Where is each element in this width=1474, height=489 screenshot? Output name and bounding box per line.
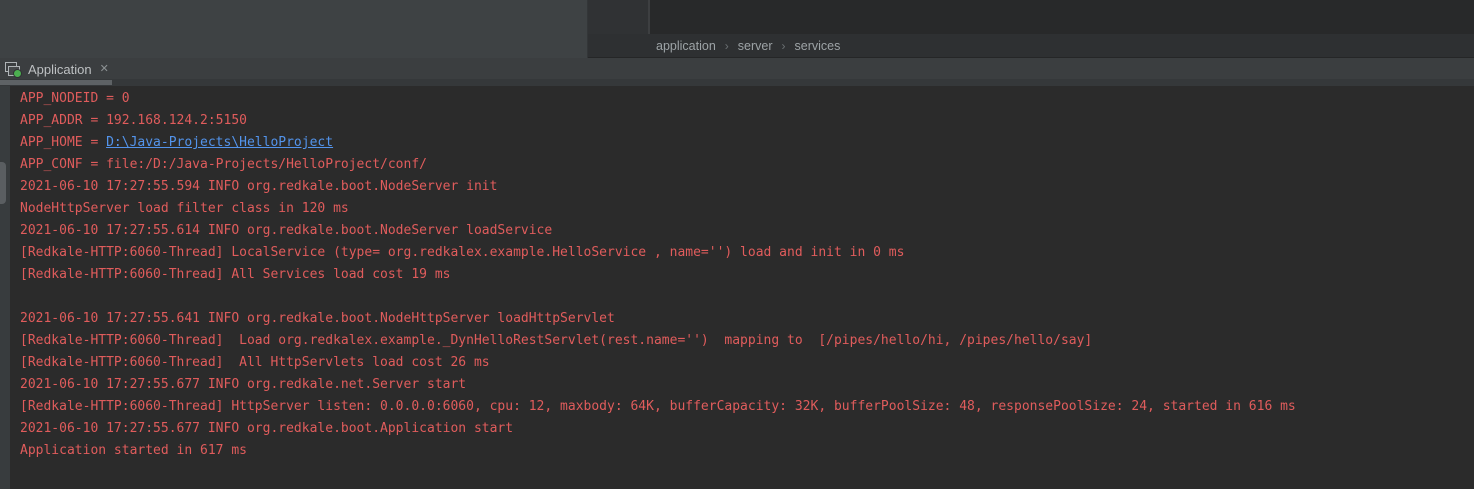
console-text: [Redkale-HTTP:6060-Thread] HttpServer li… bbox=[20, 399, 1296, 414]
console-text: Application started in 617 ms bbox=[20, 443, 247, 458]
tab-bar-bottom-band bbox=[0, 79, 1474, 86]
console-text: APP_ADDR = 192.168.124.2:5150 bbox=[20, 113, 247, 128]
console-text: APP_NODEID = 0 bbox=[20, 91, 130, 106]
console-text: [Redkale-HTTP:6060-Thread] All HttpServl… bbox=[20, 355, 490, 370]
console-text: 2021-06-10 17:27:55.614 INFO org.redkale… bbox=[20, 223, 552, 238]
console-text: APP_HOME = bbox=[20, 135, 106, 150]
breadcrumb-item-services[interactable]: services bbox=[795, 39, 841, 53]
console-text: 2021-06-10 17:27:55.594 INFO org.redkale… bbox=[20, 179, 497, 194]
breadcrumb-separator: › bbox=[725, 39, 729, 53]
active-tab-underline bbox=[0, 80, 112, 85]
console-text: [Redkale-HTTP:6060-Thread] Load org.redk… bbox=[20, 333, 1092, 348]
running-indicator-dot bbox=[13, 69, 22, 78]
tab-application[interactable]: Application ✕ bbox=[0, 58, 112, 80]
console-link[interactable]: D:\Java-Projects\HelloProject bbox=[106, 135, 333, 150]
console-line bbox=[20, 286, 1474, 308]
console-line: 2021-06-10 17:27:55.641 INFO org.redkale… bbox=[20, 308, 1474, 330]
console-line: 2021-06-10 17:27:55.677 INFO org.redkale… bbox=[20, 418, 1474, 440]
breadcrumb-item-server[interactable]: server bbox=[738, 39, 773, 53]
console-line: [Redkale-HTTP:6060-Thread] HttpServer li… bbox=[20, 396, 1474, 418]
console-tab-bar: Application ✕ bbox=[0, 58, 1474, 86]
editor-empty-area bbox=[650, 0, 1474, 34]
console-line: APP_CONF = file:/D:/Java-Projects/HelloP… bbox=[20, 154, 1474, 176]
editor-top-panel bbox=[0, 0, 588, 58]
console-line: 2021-06-10 17:27:55.614 INFO org.redkale… bbox=[20, 220, 1474, 242]
console-text: [Redkale-HTTP:6060-Thread] All Services … bbox=[20, 267, 450, 282]
console-line: 2021-06-10 17:27:55.677 INFO org.redkale… bbox=[20, 374, 1474, 396]
console-text: 2021-06-10 17:27:55.677 INFO org.redkale… bbox=[20, 421, 513, 436]
console-line: [Redkale-HTTP:6060-Thread] Load org.redk… bbox=[20, 330, 1474, 352]
console-output: APP_NODEID = 0 APP_ADDR = 192.168.124.2:5… bbox=[0, 86, 1474, 489]
console-line: NodeHttpServer load filter class in 120 … bbox=[20, 198, 1474, 220]
console-text: 2021-06-10 17:27:55.677 INFO org.redkale… bbox=[20, 377, 466, 392]
ide-window: application › server › services Application … bbox=[0, 0, 1474, 489]
console-text: APP_CONF = file:/D:/Java-Projects/HelloP… bbox=[20, 157, 427, 172]
breadcrumb-item-application[interactable]: application bbox=[656, 39, 716, 53]
console-line: [Redkale-HTTP:6060-Thread] All Services … bbox=[20, 264, 1474, 286]
console-line: Application started in 617 ms bbox=[20, 440, 1474, 462]
run-console-icon bbox=[4, 60, 22, 78]
editor-edge-area bbox=[588, 0, 648, 34]
console-text: [Redkale-HTTP:6060-Thread] LocalService … bbox=[20, 245, 904, 260]
breadcrumb: application › server › services bbox=[656, 39, 840, 53]
breadcrumb-bar: application › server › services bbox=[588, 34, 1474, 58]
console-text: 2021-06-10 17:27:55.641 INFO org.redkale… bbox=[20, 311, 615, 326]
tab-label: Application bbox=[28, 62, 92, 77]
close-icon[interactable]: ✕ bbox=[100, 64, 109, 75]
console-line: 2021-06-10 17:27:55.594 INFO org.redkale… bbox=[20, 176, 1474, 198]
breadcrumb-separator: › bbox=[782, 39, 786, 53]
console-line: APP_NODEID = 0 bbox=[20, 88, 1474, 110]
console-line: [Redkale-HTTP:6060-Thread] All HttpServl… bbox=[20, 352, 1474, 374]
console-panel[interactable]: APP_NODEID = 0 APP_ADDR = 192.168.124.2:5… bbox=[0, 86, 1474, 489]
console-line: APP_ADDR = 192.168.124.2:5150 bbox=[20, 110, 1474, 132]
console-text: NodeHttpServer load filter class in 120 … bbox=[20, 201, 349, 216]
console-line: [Redkale-HTTP:6060-Thread] LocalService … bbox=[20, 242, 1474, 264]
console-line: APP_HOME = D:\Java-Projects\HelloProject bbox=[20, 132, 1474, 154]
